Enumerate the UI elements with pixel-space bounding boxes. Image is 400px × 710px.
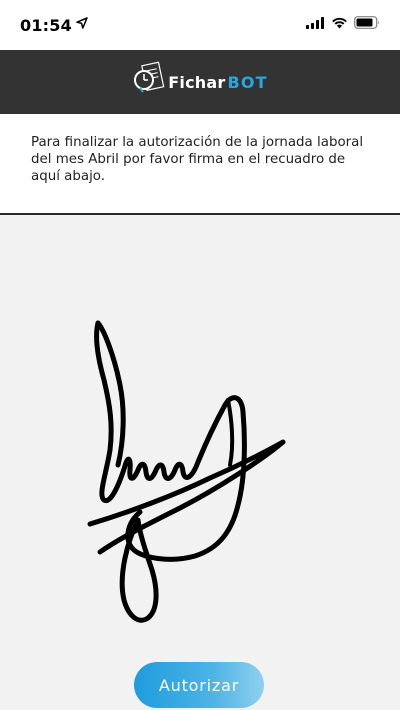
- status-bar: 01:54: [0, 0, 400, 50]
- signature-pad[interactable]: [0, 216, 400, 710]
- status-time: 01:54: [20, 15, 72, 35]
- cellular-signal-icon: [306, 16, 325, 34]
- battery-icon: [354, 16, 380, 34]
- signature-drawing: [87, 320, 286, 623]
- wifi-icon: [331, 16, 348, 34]
- logo-text-bot: BOT: [227, 72, 268, 92]
- instructions-panel: Para finalizar la autorización de la jor…: [0, 114, 400, 215]
- location-arrow-icon: [76, 16, 88, 34]
- clock-document-icon: [132, 60, 166, 105]
- app-logo: Fichar BOT: [132, 60, 268, 105]
- status-right: [306, 16, 380, 34]
- authorize-button[interactable]: Autorizar: [134, 662, 264, 708]
- logo-text-fichar: Fichar: [168, 72, 226, 92]
- app-header: Fichar BOT: [0, 50, 400, 114]
- status-left: 01:54: [20, 16, 88, 35]
- instructions-text: Para finalizar la autorización de la jor…: [31, 135, 364, 184]
